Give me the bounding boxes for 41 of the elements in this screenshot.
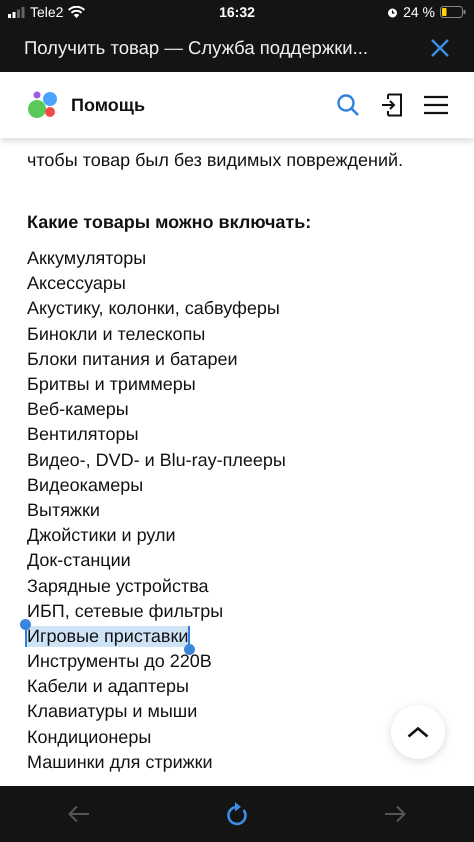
- reload-icon[interactable]: [225, 801, 249, 827]
- selection-handle[interactable]: [20, 618, 31, 630]
- list-item: Акустику, колонки, сабвуферы: [27, 298, 280, 320]
- list-item: Кабели и адаптеры: [27, 676, 189, 698]
- page-title: Получить товар — Служба поддержки...: [24, 37, 368, 59]
- list-item: Видеокамеры: [27, 474, 144, 496]
- signal-icon: [8, 6, 25, 18]
- menu-icon[interactable]: [424, 95, 448, 115]
- battery-icon: [440, 6, 466, 18]
- site-title: Помощь: [71, 94, 146, 116]
- list-item: Вытяжки: [27, 500, 100, 521]
- list-item: Инструменты до 220В: [27, 651, 212, 672]
- list-item: Зарядные устройства: [27, 576, 209, 597]
- close-icon[interactable]: [430, 38, 450, 58]
- list-item: Клавиатуры и мыши: [27, 701, 198, 722]
- paragraph-text: чтобы товар был без видимых повреждений.: [27, 149, 404, 172]
- list-item: Бритвы и триммеры: [27, 374, 196, 396]
- back-arrow-icon[interactable]: [68, 805, 90, 823]
- list-item: Джойстики и рули: [27, 525, 176, 546]
- list-item: Кондиционеры: [27, 726, 152, 748]
- list-item: Веб-камеры: [27, 399, 129, 420]
- forward-arrow-icon[interactable]: [384, 805, 406, 823]
- chevron-up-icon: [407, 726, 429, 738]
- list-item: Видео-, DVD- и Blu-ray-плееры: [27, 450, 286, 471]
- list-item: Блоки питания и батареи: [27, 348, 238, 370]
- list-item: ИБП, сетевые фильтры: [27, 600, 224, 622]
- list-item: Аксессуары: [27, 273, 126, 294]
- list-item: Машинки для стрижки: [27, 752, 213, 773]
- list-item: Бинокли и телескопы: [27, 324, 206, 345]
- section-heading: Какие товары можно включать:: [27, 211, 312, 234]
- battery-percent: 24 %: [403, 4, 435, 20]
- list-item: Вентиляторы: [27, 424, 139, 446]
- search-icon[interactable]: [336, 93, 360, 117]
- list-item: Аккумуляторы: [27, 248, 146, 270]
- list-item: Док-станции: [27, 550, 131, 572]
- carrier-name: Tele2: [30, 4, 64, 20]
- login-icon[interactable]: [380, 93, 404, 117]
- wifi-icon: [68, 6, 86, 18]
- logo-icon: [27, 91, 57, 119]
- alarm-icon: [387, 6, 398, 18]
- clock-time: 16:32: [219, 4, 255, 20]
